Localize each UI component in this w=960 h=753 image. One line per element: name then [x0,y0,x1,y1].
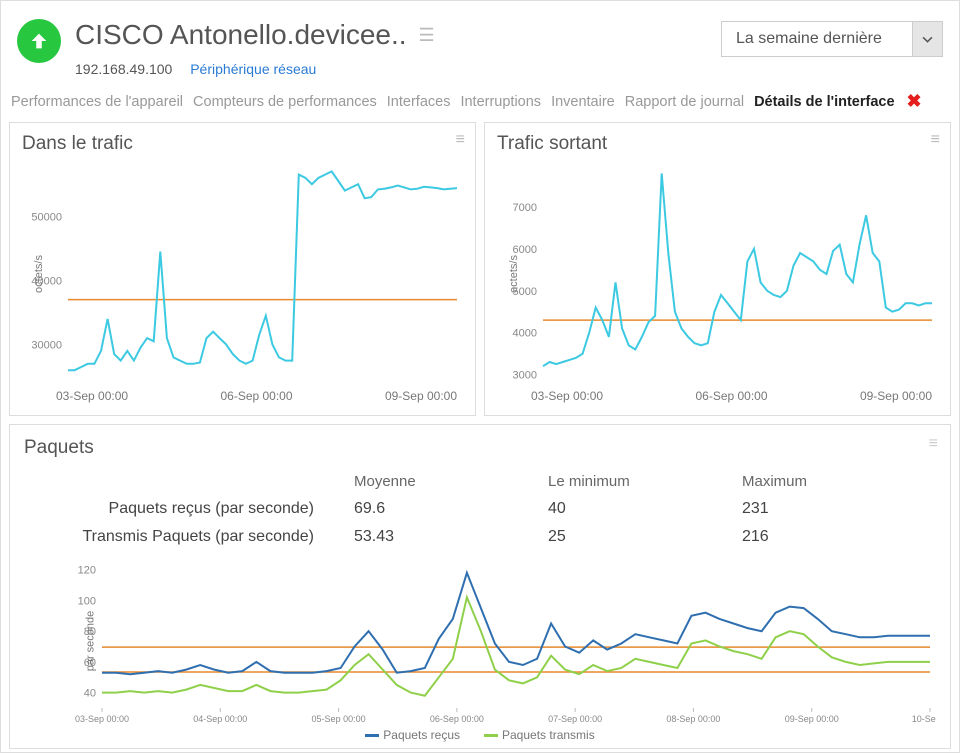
panel-menu-icon[interactable]: ≡ [931,131,940,149]
tab-perf-counters[interactable]: Compteurs de performances [193,94,377,110]
status-up-icon [17,19,61,63]
svg-text:30000: 30000 [31,340,62,352]
device-type-link[interactable]: Périphérique réseau [190,61,316,77]
svg-text:3000: 3000 [513,370,537,382]
col-min: Le minimum [548,473,742,490]
recv-min: 40 [548,500,742,518]
xmit-avg: 53.43 [354,528,548,546]
xticks-in: 03-Sep 00:0006-Sep 00:0009-Sep 00:00 [22,389,463,409]
chevron-down-icon[interactable] [912,22,942,56]
legend-recv: Paquets reçus [383,728,460,742]
svg-text:40: 40 [84,688,96,700]
chart-packets: 40608010012003-Sep 00:0004-Sep 00:0005-S… [24,556,936,726]
device-ip: 192.168.49.100 [75,61,172,77]
legend-xmit: Paquets transmis [502,728,595,742]
title-block: CISCO Antonello.devicee.. ☰ 192.168.49.1… [75,19,707,77]
svg-text:120: 120 [78,565,96,577]
panel-menu-icon[interactable]: ≡ [456,131,465,149]
panel-title-out: Trafic sortant [497,133,938,155]
chart-out-traffic: 30004000500060007000 [497,159,938,389]
xticks-out: 03-Sep 00:0006-Sep 00:0009-Sep 00:00 [497,389,938,409]
top-charts-row: Dans le trafic ≡ octets/s 30000400005000… [1,122,959,416]
ylabel-out: octets/s [508,255,520,293]
svg-text:7000: 7000 [513,202,537,214]
col-avg: Moyenne [354,473,548,490]
xmit-max: 216 [742,528,936,546]
row-recv-label: Paquets reçus (par seconde) [24,500,354,518]
panel-title-in: Dans le trafic [22,133,463,155]
tab-interfaces[interactable]: Interfaces [387,94,451,110]
tab-journal[interactable]: Rapport de journal [625,94,744,110]
packets-legend: Paquets reçus Paquets transmis [24,726,936,744]
tab-bar: Performances de l'appareil Compteurs de … [1,85,959,122]
panel-packets: Paquets ≡ Moyenne Le minimum Maximum Paq… [9,424,951,749]
tab-interface-details[interactable]: Détails de l'interface [754,94,894,110]
chart-in-traffic: 300004000050000 [22,159,463,389]
row-xmit-label: Transmis Paquets (par seconde) [24,528,354,546]
tab-inventory[interactable]: Inventaire [551,94,615,110]
xmit-min: 25 [548,528,742,546]
col-max: Maximum [742,473,936,490]
panel-title-packets: Paquets [24,437,936,459]
title-menu-icon[interactable]: ☰ [419,26,435,44]
svg-text:09-Sep 00:00: 09-Sep 00:00 [785,714,839,724]
svg-text:50000: 50000 [31,211,62,223]
svg-text:05-Sep 00:00: 05-Sep 00:00 [312,714,366,724]
ylabel-in: octets/s [33,255,45,293]
tab-interrupts[interactable]: Interruptions [460,94,541,110]
tab-device-perf[interactable]: Performances de l'appareil [11,94,183,110]
time-range-select[interactable]: La semaine dernière [721,21,943,57]
svg-text:07-Sep 00:00: 07-Sep 00:00 [548,714,602,724]
svg-text:100: 100 [78,595,96,607]
header: CISCO Antonello.devicee.. ☰ 192.168.49.1… [1,1,959,85]
device-title: CISCO Antonello.devicee.. [75,19,407,51]
recv-avg: 69.6 [354,500,548,518]
svg-text:04-Sep 00:00: 04-Sep 00:00 [193,714,247,724]
panel-out-traffic: Trafic sortant ≡ octets/s 30004000500060… [484,122,951,416]
svg-text:10-Sep ..: 10-Sep .. [912,714,936,724]
ylabel-packets: par seconde [84,611,96,672]
panel-menu-icon[interactable]: ≡ [929,435,938,453]
time-range-label: La semaine dernière [722,22,912,56]
panel-in-traffic: Dans le trafic ≡ octets/s 30000400005000… [9,122,476,416]
svg-text:08-Sep 00:00: 08-Sep 00:00 [666,714,720,724]
svg-text:06-Sep 00:00: 06-Sep 00:00 [430,714,484,724]
svg-text:4000: 4000 [513,328,537,340]
packets-stats-table: Moyenne Le minimum Maximum Paquets reçus… [24,473,936,546]
close-icon[interactable]: ✖ [907,91,922,112]
recv-max: 231 [742,500,936,518]
svg-text:03-Sep 00:00: 03-Sep 00:00 [75,714,129,724]
